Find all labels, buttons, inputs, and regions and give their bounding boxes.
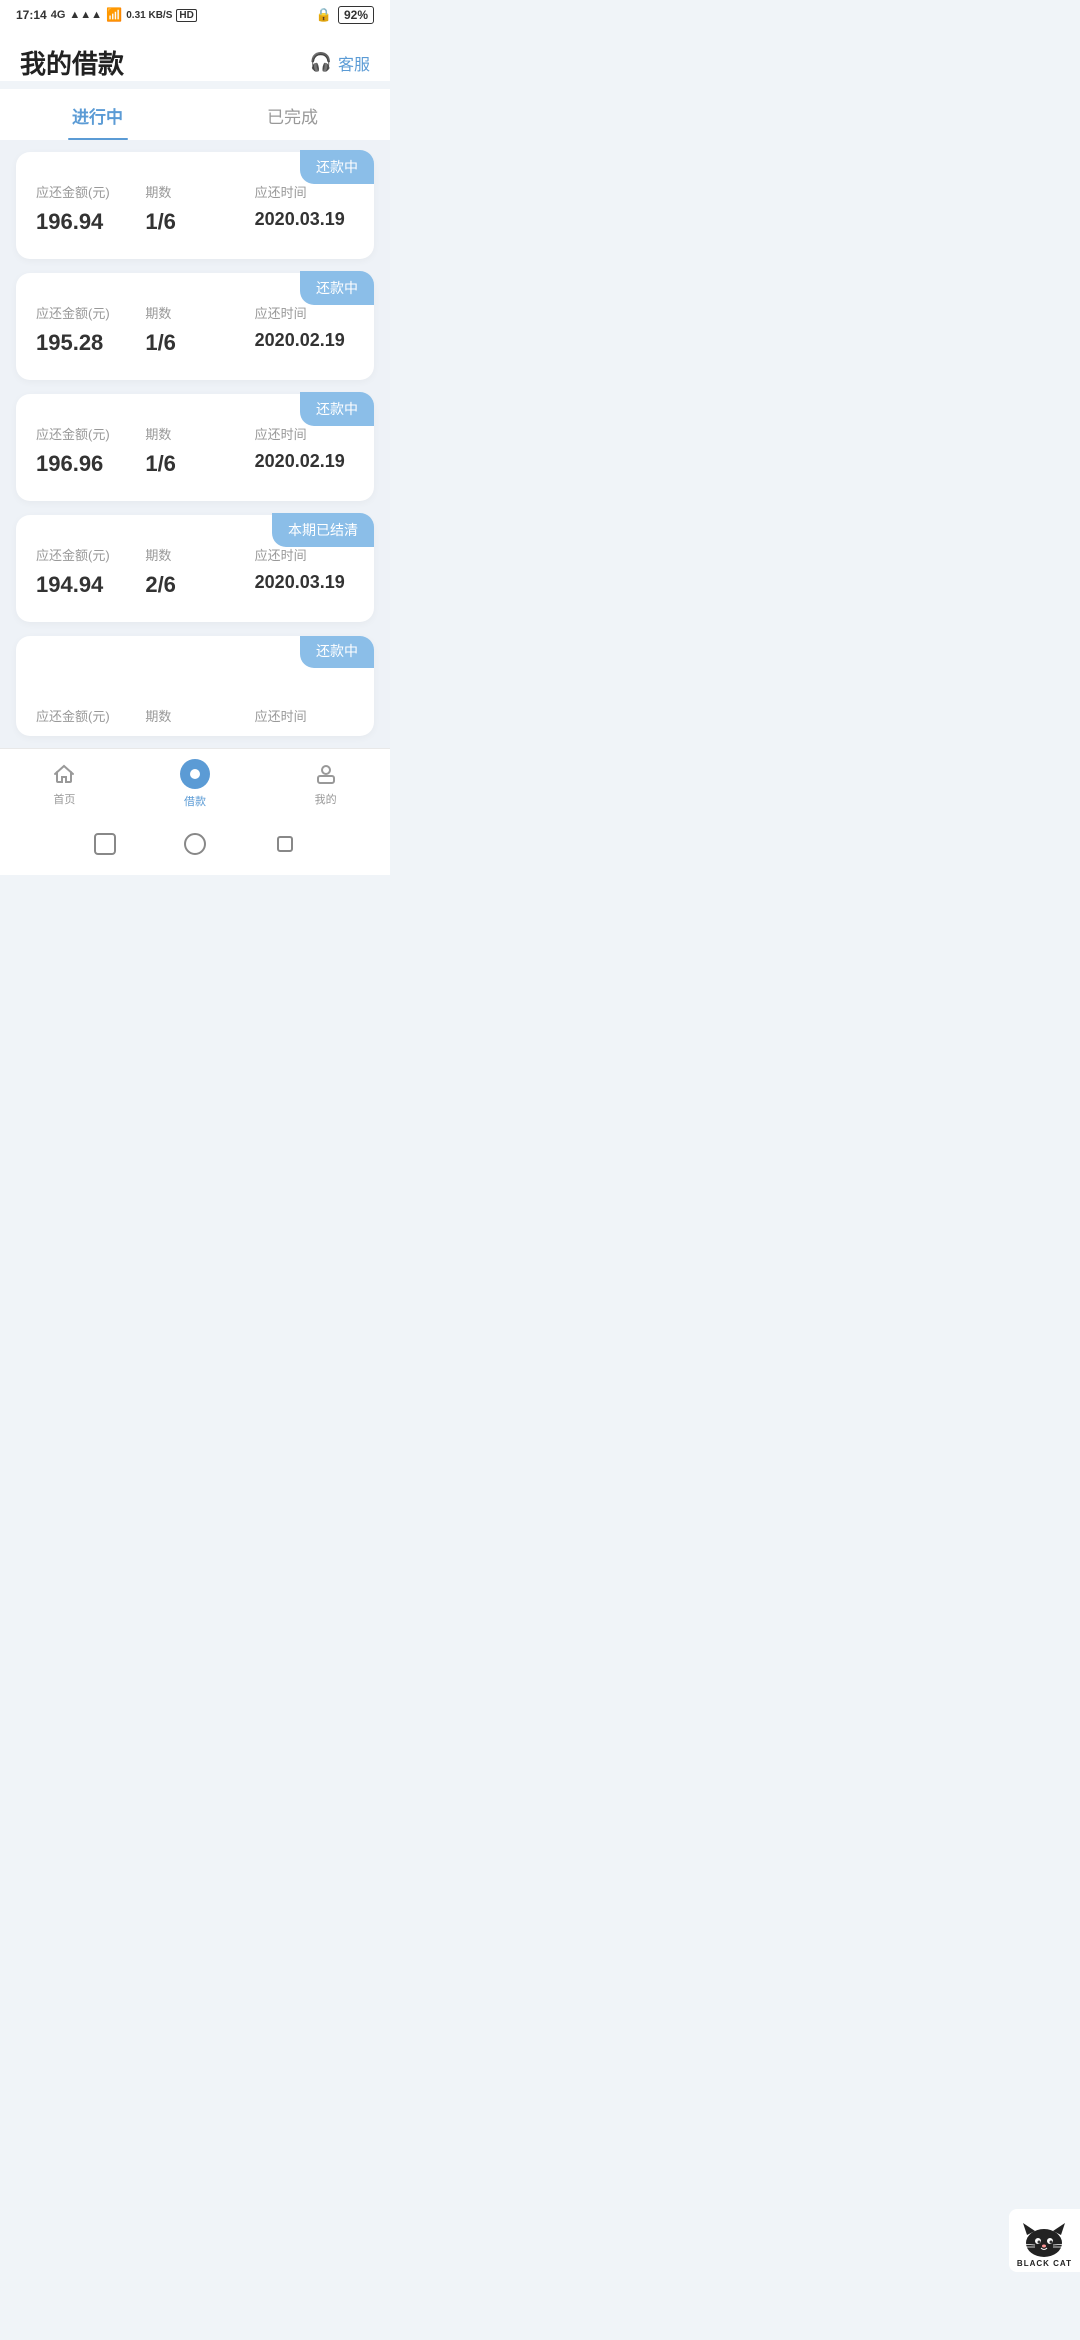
status-badge-1: 还款中	[300, 150, 374, 184]
lock-icon: 🔒	[316, 7, 332, 23]
periods-col-3: 期数 1/6	[145, 424, 244, 477]
card-grid-1: 应还金额(元) 196.94 期数 1/6 应还时间 2020.03.19	[36, 182, 354, 235]
loan-card-3[interactable]: 还款中 应还金额(元) 196.96 期数 1/6 应还时间 2020.02.1…	[16, 394, 374, 501]
date-label-4: 应还时间	[255, 545, 354, 564]
amount-col-1: 应还金额(元) 196.94	[36, 182, 135, 235]
blackcat-text: BLACK CAT	[1017, 2259, 1072, 2268]
date-col-1: 应还时间 2020.03.19	[255, 182, 354, 235]
card-grid-2: 应还金额(元) 195.28 期数 1/6 应还时间 2020.02.19	[36, 303, 354, 356]
profile-icon	[313, 761, 339, 787]
home-button[interactable]	[184, 833, 206, 855]
periods-value-3: 1/6	[145, 451, 244, 477]
nav-home[interactable]: 首页	[51, 761, 77, 807]
status-badge-2: 还款中	[300, 271, 374, 305]
amount-col-3: 应还金额(元) 196.96	[36, 424, 135, 477]
date-col-2: 应还时间 2020.02.19	[255, 303, 354, 356]
status-right: 🔒 92%	[316, 6, 374, 24]
date-label-2: 应还时间	[255, 303, 354, 322]
nav-loan[interactable]: 借款	[180, 759, 210, 809]
system-nav	[0, 821, 390, 875]
status-bar: 17:14 4G ▲▲▲ 📶 0.31 KB/S HD 🔒 92%	[0, 0, 390, 28]
tab-in-progress[interactable]: 进行中	[0, 89, 195, 140]
battery-display: 92%	[338, 6, 374, 24]
periods-value-1: 1/6	[145, 209, 244, 235]
periods-label-1: 期数	[145, 182, 244, 201]
periods-col-4: 期数 2/6	[145, 545, 244, 598]
date-col-5: 应还时间	[255, 706, 354, 733]
date-value-4: 2020.03.19	[255, 572, 354, 593]
wifi-icon: 📶	[106, 7, 122, 23]
periods-label-4: 期数	[145, 545, 244, 564]
date-col-4: 应还时间 2020.03.19	[255, 545, 354, 598]
amount-col-4: 应还金额(元) 194.94	[36, 545, 135, 598]
periods-label-2: 期数	[145, 303, 244, 322]
status-badge-3: 还款中	[300, 392, 374, 426]
blackcat-logo	[1017, 2215, 1071, 2259]
recents-button[interactable]	[274, 833, 296, 855]
home-icon	[51, 761, 77, 787]
date-value-1: 2020.03.19	[255, 209, 354, 230]
amount-value-3: 196.96	[36, 451, 135, 477]
amount-col-5: 应还金额(元)	[36, 706, 135, 733]
blackcat-watermark: BLACK CAT	[1009, 2209, 1080, 2272]
periods-col-2: 期数 1/6	[145, 303, 244, 356]
signal-icon: 4G	[51, 9, 66, 21]
date-label-1: 应还时间	[255, 182, 354, 201]
loan-card-1[interactable]: 还款中 应还金额(元) 196.94 期数 1/6 应还时间 2020.03.1…	[16, 152, 374, 259]
status-left: 17:14 4G ▲▲▲ 📶 0.31 KB/S HD	[16, 7, 197, 23]
date-label-3: 应还时间	[255, 424, 354, 443]
bottom-nav: 首页 借款 我的	[0, 748, 390, 821]
customer-service-label: 客服	[338, 51, 370, 75]
date-value-2: 2020.02.19	[255, 330, 354, 351]
amount-label-2: 应还金额(元)	[36, 303, 135, 322]
amount-label-1: 应还金额(元)	[36, 182, 135, 201]
periods-value-4: 2/6	[145, 572, 244, 598]
date-value-3: 2020.02.19	[255, 451, 354, 472]
status-badge-4: 本期已结清	[272, 513, 374, 547]
date-col-3: 应还时间 2020.02.19	[255, 424, 354, 477]
date-label-5: 应还时间	[255, 706, 354, 725]
nav-home-label: 首页	[53, 791, 75, 807]
speed-display: 0.31 KB/S	[126, 10, 172, 21]
periods-label-3: 期数	[145, 424, 244, 443]
loan-card-5[interactable]: 还款中 应还金额(元) 期数 应还时间	[16, 636, 374, 736]
card-grid-3: 应还金额(元) 196.96 期数 1/6 应还时间 2020.02.19	[36, 424, 354, 477]
back-button[interactable]	[94, 833, 116, 855]
amount-value-1: 196.94	[36, 209, 135, 235]
loan-card-2[interactable]: 还款中 应还金额(元) 195.28 期数 1/6 应还时间 2020.02.1…	[16, 273, 374, 380]
card-grid-5: 应还金额(元) 期数 应还时间	[36, 706, 354, 733]
headphone-icon: 🎧	[310, 52, 332, 73]
nav-profile[interactable]: 我的	[313, 761, 339, 807]
tab-bar: 进行中 已完成	[0, 89, 390, 140]
card-grid-4: 应还金额(元) 194.94 期数 2/6 应还时间 2020.03.19	[36, 545, 354, 598]
periods-value-2: 1/6	[145, 330, 244, 356]
tab-completed[interactable]: 已完成	[195, 89, 390, 140]
customer-service-button[interactable]: 🎧 客服	[310, 51, 370, 75]
signal-bars: ▲▲▲	[69, 9, 102, 21]
loan-active-dot	[180, 759, 210, 789]
nav-profile-label: 我的	[315, 791, 337, 807]
amount-label-4: 应还金额(元)	[36, 545, 135, 564]
page-header: 我的借款 🎧 客服	[0, 28, 390, 81]
amount-label-5: 应还金额(元)	[36, 706, 135, 725]
amount-label-3: 应还金额(元)	[36, 424, 135, 443]
periods-col-5: 期数	[145, 706, 244, 733]
loan-list: 还款中 应还金额(元) 196.94 期数 1/6 应还时间 2020.03.1…	[0, 140, 390, 748]
amount-col-2: 应还金额(元) 195.28	[36, 303, 135, 356]
hd-badge: HD	[176, 9, 196, 22]
loan-card-4[interactable]: 本期已结清 应还金额(元) 194.94 期数 2/6 应还时间 2020.03…	[16, 515, 374, 622]
periods-col-1: 期数 1/6	[145, 182, 244, 235]
periods-label-5: 期数	[145, 706, 244, 725]
amount-value-4: 194.94	[36, 572, 135, 598]
page-title: 我的借款	[20, 44, 124, 81]
status-badge-5: 还款中	[300, 636, 374, 668]
nav-loan-label: 借款	[184, 793, 206, 809]
time-display: 17:14	[16, 8, 47, 22]
amount-value-2: 195.28	[36, 330, 135, 356]
